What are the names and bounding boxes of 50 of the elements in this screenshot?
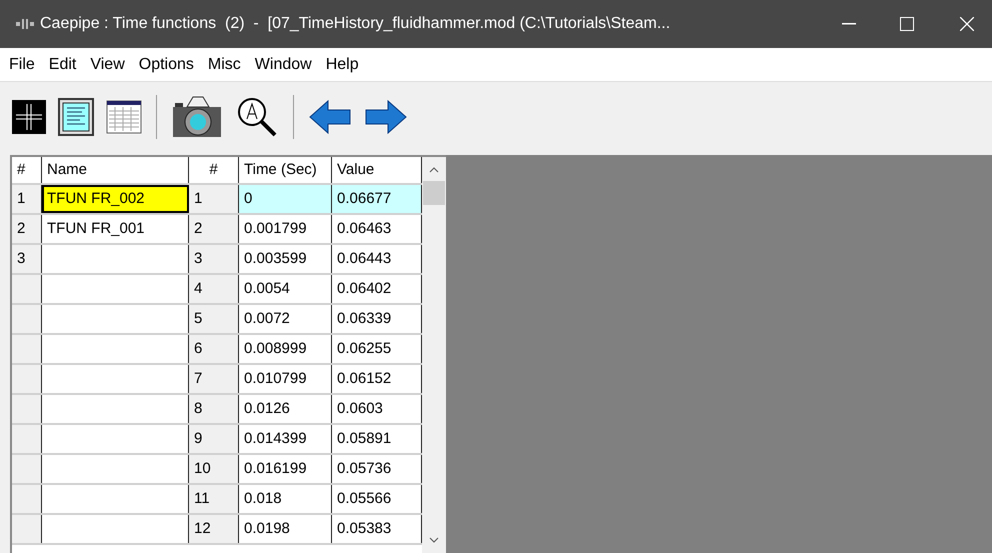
row-header bbox=[12, 515, 42, 543]
row-header bbox=[12, 485, 42, 513]
row-number: 3 bbox=[189, 245, 239, 273]
row-number: 10 bbox=[189, 455, 239, 483]
row-header bbox=[12, 305, 42, 333]
left-arrow-icon[interactable] bbox=[308, 99, 352, 135]
menu-item[interactable]: Edit bbox=[42, 52, 84, 76]
row-header bbox=[12, 275, 42, 303]
row-number: 2 bbox=[189, 215, 239, 243]
table-cell: 0.06677 bbox=[332, 185, 422, 213]
menu-item[interactable]: Misc bbox=[200, 52, 248, 76]
scroll-down-icon[interactable] bbox=[429, 537, 439, 543]
crosshair-icon[interactable] bbox=[12, 100, 46, 134]
scroll-up-icon[interactable] bbox=[429, 167, 439, 173]
row-header bbox=[12, 455, 42, 483]
row-header bbox=[12, 395, 42, 423]
row-number: 9 bbox=[189, 425, 239, 453]
search-icon[interactable] bbox=[235, 95, 279, 139]
window-title: Caepipe : Time functions (2) - [07_TimeHistory_fluidhammer.mod (C:\Tutorials\Steam... bbox=[40, 14, 672, 34]
row-number: 1 bbox=[12, 185, 42, 213]
close-icon[interactable] bbox=[960, 17, 974, 31]
menu-item[interactable]: Options bbox=[132, 52, 201, 76]
scrollbar[interactable] bbox=[422, 157, 446, 553]
row-header bbox=[12, 365, 42, 393]
maximize-icon[interactable] bbox=[900, 17, 914, 31]
app-icon bbox=[16, 19, 34, 29]
scroll-thumb[interactable] bbox=[423, 181, 445, 205]
row-header bbox=[12, 425, 42, 453]
row-number: 12 bbox=[189, 515, 239, 543]
right-arrow-icon[interactable] bbox=[364, 99, 408, 135]
document-icon[interactable] bbox=[58, 98, 94, 136]
camera-icon[interactable] bbox=[171, 95, 223, 139]
row-number: 3 bbox=[12, 245, 42, 273]
table-icon[interactable] bbox=[106, 99, 142, 135]
menu-item[interactable]: Window bbox=[248, 52, 319, 76]
row-number: 2 bbox=[12, 215, 42, 243]
row-number: 1 bbox=[189, 185, 239, 213]
menu-item[interactable]: Help bbox=[318, 52, 366, 76]
row-number: 7 bbox=[189, 365, 239, 393]
table-cell: 0 bbox=[239, 185, 332, 213]
row-number: 6 bbox=[189, 335, 239, 363]
row-number: 8 bbox=[189, 395, 239, 423]
row-header bbox=[12, 335, 42, 363]
row-number: 5 bbox=[189, 305, 239, 333]
menu-item[interactable]: File bbox=[2, 52, 42, 76]
function-name[interactable]: TFUN FR_002 bbox=[42, 185, 189, 213]
minimize-icon[interactable] bbox=[842, 23, 856, 25]
row-number: 11 bbox=[189, 485, 239, 513]
row-number: 4 bbox=[189, 275, 239, 303]
menu-item[interactable]: View bbox=[83, 52, 132, 76]
